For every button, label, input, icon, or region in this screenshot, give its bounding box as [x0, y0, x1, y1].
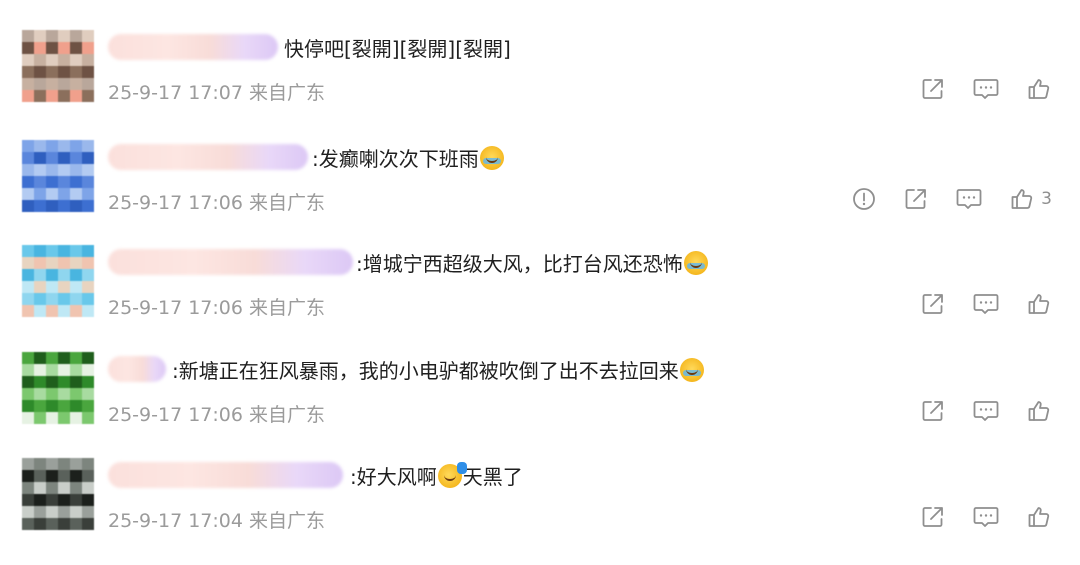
crying-face-emoji: [679, 358, 704, 382]
comment-meta: 25-9-17 17:06 来自广东: [108, 297, 325, 319]
comment-actions: [894, 290, 1052, 318]
share-icon: [920, 504, 946, 530]
comment-button[interactable]: [972, 291, 1000, 317]
like-icon: [1009, 186, 1035, 212]
comment-actions: 3: [825, 185, 1052, 213]
comment-text: :增城宁西超级大风，比打台风还恐怖: [356, 251, 709, 277]
like-button[interactable]: [1026, 504, 1052, 530]
comment-button[interactable]: [972, 504, 1000, 530]
username-blurred[interactable]: [108, 462, 343, 488]
avatar[interactable]: [22, 30, 94, 102]
comment-actions: [894, 397, 1052, 425]
comment-button[interactable]: [955, 186, 983, 212]
username-blurred[interactable]: [108, 356, 166, 382]
share-button[interactable]: [920, 398, 946, 424]
share-button[interactable]: [920, 504, 946, 530]
share-icon: [903, 186, 929, 212]
share-button[interactable]: [903, 186, 929, 212]
share-icon: [920, 76, 946, 102]
comment-meta: 25-9-17 17:04 来自广东: [108, 510, 325, 532]
share-icon: [920, 291, 946, 317]
like-icon: [1026, 291, 1052, 317]
like-icon: [1026, 398, 1052, 424]
like-button[interactable]: [1026, 398, 1052, 424]
comment-item: 快停吧[裂開][裂開][裂開] 25-9-17 17:07 来自广东: [0, 30, 1080, 137]
comment-text: :新塘正在狂风暴雨，我的小电驴都被吹倒了出不去拉回来: [172, 358, 705, 384]
comment-meta: 25-9-17 17:06 来自广东: [108, 404, 325, 426]
comment-text-tail: 天黑了: [462, 465, 523, 489]
comment-text-body: :增城宁西超级大风，比打台风还恐怖: [356, 252, 683, 276]
comment-button[interactable]: [972, 76, 1000, 102]
comment-icon: [972, 76, 1000, 102]
comment-item: :增城宁西超级大风，比打台风还恐怖 25-9-17 17:06 来自广东: [0, 245, 1080, 352]
comment-item: :发癫喇次次下班雨 25-9-17 17:06 来自广东 3: [0, 140, 1080, 247]
username-blurred[interactable]: [108, 144, 308, 170]
comment-icon: [955, 186, 983, 212]
like-count: 3: [1041, 189, 1052, 209]
comment-text: 快停吧[裂開][裂開][裂開]: [284, 36, 511, 62]
comment-text-body: 快停吧[裂開][裂開][裂開]: [284, 37, 511, 61]
username-blurred[interactable]: [108, 34, 278, 60]
report-button[interactable]: [851, 186, 877, 212]
comment-button[interactable]: [972, 398, 1000, 424]
avatar[interactable]: [22, 458, 94, 530]
comment-meta: 25-9-17 17:06 来自广东: [108, 192, 325, 214]
share-button[interactable]: [920, 76, 946, 102]
like-button[interactable]: [1026, 291, 1052, 317]
comment-actions: [894, 75, 1052, 103]
comment-icon: [972, 398, 1000, 424]
crying-face-emoji: [683, 251, 708, 275]
comment-item: :好大风啊 天黑了 25-9-17 17:04 来自广东: [0, 458, 1080, 565]
comment-item: :新塘正在狂风暴雨，我的小电驴都被吹倒了出不去拉回来 25-9-17 17:06…: [0, 352, 1080, 459]
like-icon: [1026, 504, 1052, 530]
comment-text-body: :新塘正在狂风暴雨，我的小电驴都被吹倒了出不去拉回来: [172, 359, 679, 383]
comment-text-body: :好大风啊: [350, 465, 437, 489]
report-icon: [851, 186, 877, 212]
like-button[interactable]: [1026, 76, 1052, 102]
share-button[interactable]: [920, 291, 946, 317]
username-blurred[interactable]: [108, 249, 353, 275]
waving-hand-emoji: [437, 462, 467, 488]
comment-text-body: :发癫喇次次下班雨: [312, 147, 479, 171]
comment-meta: 25-9-17 17:07 来自广东: [108, 82, 325, 104]
like-icon: [1026, 76, 1052, 102]
comment-actions: [894, 503, 1052, 531]
comment-text: :发癫喇次次下班雨: [312, 146, 505, 172]
avatar[interactable]: [22, 140, 94, 212]
crying-face-emoji: [479, 146, 504, 170]
like-button[interactable]: 3: [1009, 186, 1052, 212]
comment-text: :好大风啊 天黑了: [350, 462, 523, 490]
comment-icon: [972, 504, 1000, 530]
share-icon: [920, 398, 946, 424]
avatar[interactable]: [22, 245, 94, 317]
avatar[interactable]: [22, 352, 94, 424]
comment-icon: [972, 291, 1000, 317]
